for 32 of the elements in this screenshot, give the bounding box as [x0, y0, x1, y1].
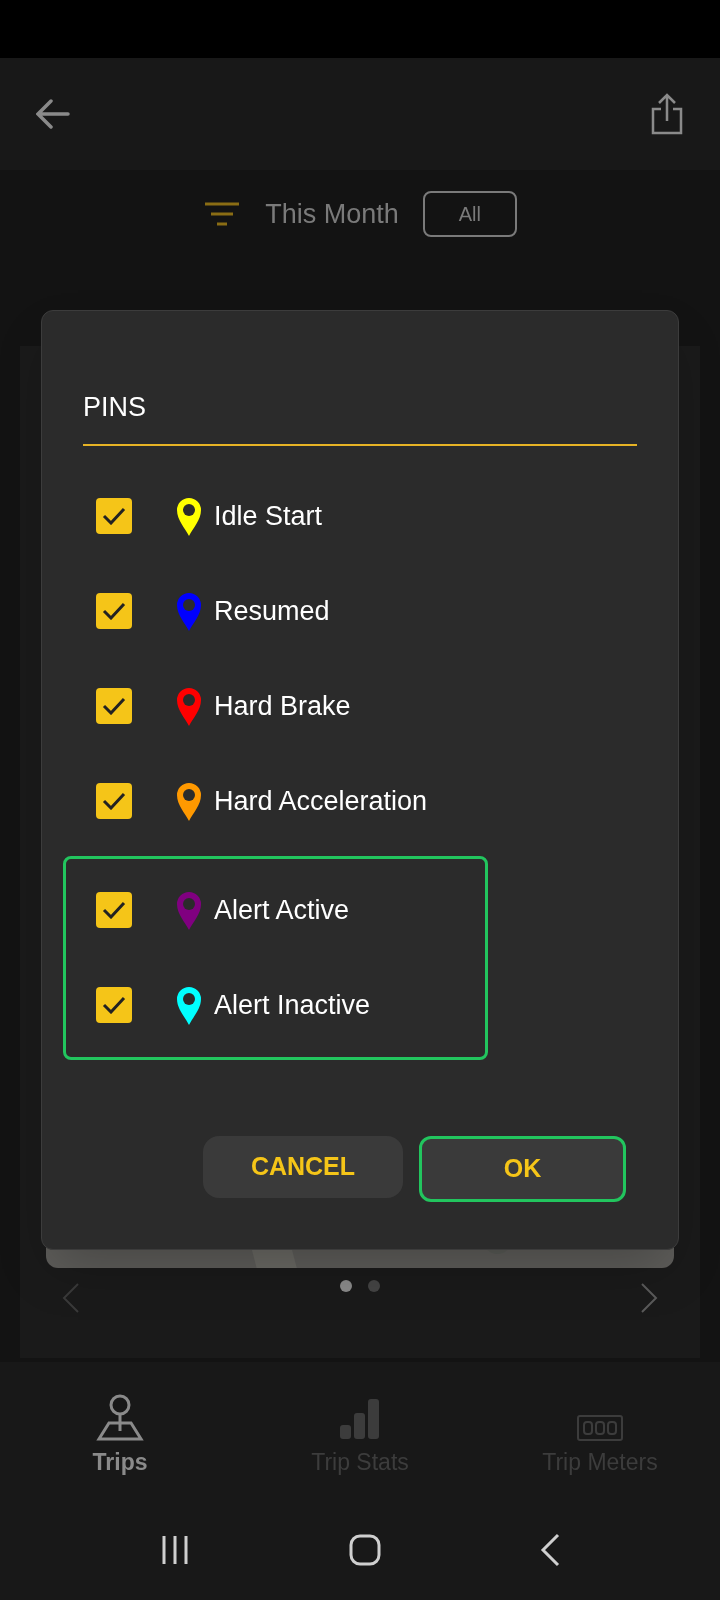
back-icon[interactable] — [540, 1533, 561, 1567]
back-arrow-icon[interactable] — [36, 99, 70, 129]
checkmark-icon — [102, 901, 126, 919]
checkbox[interactable] — [96, 688, 132, 724]
checkmark-icon — [102, 507, 126, 525]
checkmark-icon — [102, 792, 126, 810]
pin-label: Resumed — [214, 594, 330, 628]
bar-chart-icon — [338, 1396, 382, 1441]
nav-tab[interactable]: Trips — [0, 1383, 240, 1479]
odometer-icon — [577, 1414, 623, 1441]
map-pin-icon — [95, 1392, 145, 1441]
checkbox[interactable] — [96, 892, 132, 928]
pin-label: Hard Acceleration — [214, 784, 428, 818]
filter-label: This Month — [265, 197, 399, 231]
checkbox[interactable] — [96, 783, 132, 819]
filter-icon[interactable] — [203, 201, 242, 227]
dialog-button[interactable]: OK — [419, 1135, 626, 1202]
dialog-title: PINS — [83, 392, 147, 422]
checkmark-icon — [102, 697, 126, 715]
checkbox[interactable] — [96, 593, 132, 629]
pin-label: Idle Start — [214, 499, 323, 533]
pin-label: Alert Inactive — [214, 988, 371, 1022]
checkbox[interactable] — [96, 498, 132, 534]
checkmark-icon — [102, 996, 126, 1014]
pin-label: Hard Brake — [214, 689, 351, 723]
dialog-button[interactable]: CANCEL — [203, 1135, 403, 1198]
pin-label: Alert Active — [214, 893, 350, 927]
all-button[interactable]: All — [422, 191, 517, 237]
share-icon[interactable] — [650, 93, 684, 135]
home-icon[interactable] — [349, 1534, 381, 1566]
checkbox[interactable] — [96, 987, 132, 1023]
checkmark-icon — [102, 602, 126, 620]
